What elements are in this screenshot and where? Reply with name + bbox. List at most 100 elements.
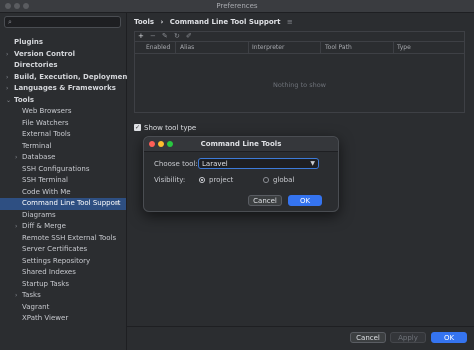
sidebar-item-label: Command Line Tool Support (22, 199, 121, 207)
sidebar-item-label: Tools (14, 95, 35, 104)
breadcrumb-root[interactable]: Tools (134, 18, 154, 26)
footer-ok-button[interactable]: OK (431, 332, 467, 343)
choose-tool-select[interactable]: Laravel ▼ (198, 158, 319, 169)
dialog-titlebar: Command Line Tools (144, 137, 338, 152)
sidebar-item-label: Server Certificates (22, 245, 88, 253)
table-toolbar: + − ✎ ↻ ✐ (134, 31, 465, 41)
visibility-label: Visibility: (154, 176, 186, 184)
sidebar-item-label: Tasks (22, 291, 41, 299)
sidebar-item-label: Plugins (14, 38, 44, 46)
sidebar-item[interactable]: Remote SSH External Tools (0, 233, 126, 245)
sidebar-item[interactable]: Command Line Tool Support ≡ (0, 198, 126, 210)
sidebar-item-label: Vagrant (22, 302, 50, 311)
sidebar-item[interactable]: › Version Control (0, 49, 126, 61)
dialog-title: Command Line Tools (200, 140, 282, 148)
sidebar-item[interactable]: › Diff & Merge (0, 221, 126, 233)
sidebar-item[interactable]: Settings Repository (0, 256, 126, 268)
sidebar-item[interactable]: External Tools (0, 129, 126, 141)
table-empty-text: Nothing to show (272, 81, 326, 89)
sidebar-item-label: Code With Me (22, 187, 71, 196)
footer-divider (127, 326, 474, 327)
sidebar-item[interactable]: › Tasks (0, 290, 126, 302)
chevron-right-icon[interactable]: › (6, 49, 8, 61)
sidebar-item[interactable]: Shared Indexes (0, 267, 126, 279)
sidebar-item[interactable]: Web Browsers (0, 106, 126, 118)
edit-icon[interactable]: ✎ (162, 32, 168, 40)
settings-page-icon: ≡ (114, 200, 120, 207)
dialog-ok-button[interactable]: OK (288, 195, 322, 206)
sidebar-item-label: Settings Repository (22, 256, 91, 265)
column-enabled[interactable]: Enabled (146, 44, 170, 51)
footer-apply-button[interactable]: Apply (390, 332, 426, 343)
settings-search-input[interactable]: ⌕ (4, 16, 121, 28)
reload-icon[interactable]: ↻ (174, 32, 180, 40)
sidebar-item[interactable]: › Build, Execution, Deployment (0, 72, 131, 84)
sidebar-item[interactable]: › Database (0, 152, 126, 164)
command-line-tools-dialog: Command Line Tools Choose tool: Laravel … (143, 136, 339, 212)
chevron-down-icon: ▼ (310, 160, 315, 167)
search-icon: ⌕ (8, 18, 12, 26)
column-tool-path[interactable]: Tool Path (325, 44, 352, 51)
sidebar-item[interactable]: Diagrams (0, 210, 126, 222)
choose-tool-value: Laravel (202, 160, 228, 168)
sidebar-item-label: Web Browsers (22, 107, 72, 115)
sidebar-item[interactable]: File Watchers (0, 118, 126, 130)
breadcrumb-separator: › (160, 18, 164, 26)
sidebar-item-label: XPath Viewer (22, 314, 69, 322)
chevron-right-icon[interactable]: › (6, 72, 8, 84)
settings-sidebar: ⌕ Plugins › Version Control Directories › Bui… (0, 13, 131, 350)
sidebar-item[interactable]: Directories (0, 60, 126, 72)
sidebar-item[interactable]: Plugins (0, 37, 126, 49)
add-icon[interactable]: + (138, 32, 144, 40)
column-type[interactable]: Type (397, 44, 411, 51)
sidebar-item[interactable]: XPath Viewer (0, 313, 126, 325)
project-radio-label[interactable]: project (209, 176, 233, 184)
sidebar-item-label: Build, Execution, Deployment (14, 72, 131, 81)
remove-icon[interactable]: − (150, 32, 156, 40)
sidebar-item[interactable]: SSH Configurations (0, 164, 126, 176)
settings-page-icon: ≡ (286, 18, 293, 26)
breadcrumb-current: Command Line Tool Support (169, 18, 281, 26)
table-header: Enabled Alias Interpreter Tool Path Type (135, 42, 464, 54)
chevron-right-icon[interactable]: › (6, 83, 8, 95)
sidebar-item-label: Directories (14, 61, 58, 69)
window-title: Preferences (216, 2, 258, 10)
sidebar-item[interactable]: › Languages & Frameworks (0, 83, 126, 95)
sidebar-item-label: File Watchers (22, 118, 69, 127)
chevron-right-icon[interactable]: › (15, 221, 17, 233)
sidebar-item-label: Shared Indexes (22, 268, 76, 276)
chevron-down-icon[interactable]: ⌄ (6, 95, 11, 107)
sidebar-item-label: External Tools (22, 130, 71, 138)
sidebar-item[interactable]: Startup Tasks (0, 279, 126, 291)
column-interpreter[interactable]: Interpreter (252, 44, 284, 51)
chevron-right-icon[interactable]: › (15, 290, 17, 302)
pencil-icon[interactable]: ✐ (186, 32, 192, 40)
sidebar-item-label: Startup Tasks (22, 279, 69, 288)
show-tool-type-checkbox[interactable]: ✓ (134, 124, 141, 131)
footer-cancel-button[interactable]: Cancel (350, 332, 386, 343)
show-tool-type-label: Show tool type (144, 124, 197, 132)
dialog-cancel-button[interactable]: Cancel (248, 195, 282, 206)
tools-table: Enabled Alias Interpreter Tool Path Type… (134, 41, 465, 113)
sidebar-item[interactable]: SSH Terminal (0, 175, 126, 187)
column-alias[interactable]: Alias (180, 44, 194, 51)
sidebar-item[interactable]: Server Certificates (0, 244, 126, 256)
sidebar-item-label: Remote SSH External Tools (22, 233, 117, 242)
sidebar-item[interactable]: ⌄ Tools (0, 95, 126, 107)
breadcrumb: Tools › Command Line Tool Support ≡ (134, 16, 297, 28)
sidebar-item[interactable]: Terminal (0, 141, 126, 153)
chevron-right-icon[interactable]: › (15, 152, 17, 164)
project-radio[interactable] (199, 177, 205, 183)
window-titlebar: Preferences (0, 0, 474, 13)
global-radio[interactable] (263, 177, 269, 183)
sidebar-item-label: Database (22, 153, 56, 161)
sidebar-item-label: Diagrams (22, 210, 56, 219)
choose-tool-label: Choose tool: (154, 160, 198, 168)
global-radio-label[interactable]: global (273, 176, 294, 184)
sidebar-item[interactable]: Vagrant (0, 302, 126, 314)
sidebar-item-label: SSH Configurations (22, 164, 90, 173)
sidebar-item-label: SSH Terminal (22, 176, 68, 184)
sidebar-item-label: Terminal (22, 141, 52, 150)
settings-tree: Plugins › Version Control Directories › Build… (0, 37, 131, 325)
sidebar-item[interactable]: Code With Me (0, 187, 126, 199)
